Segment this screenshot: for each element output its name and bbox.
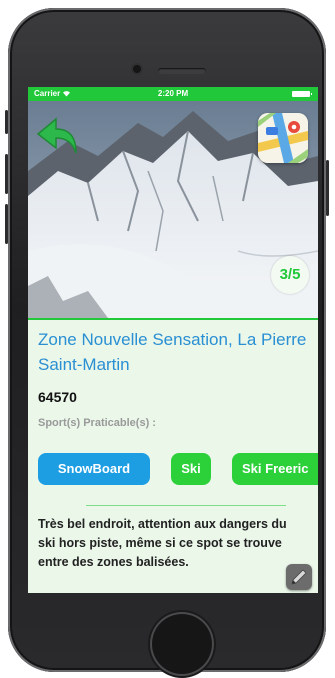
status-time: 2:20 PM [157, 89, 189, 98]
sports-list: SnowBoard Ski Ski Freeric [38, 453, 318, 485]
home-button[interactable] [150, 612, 214, 676]
maps-app-icon [258, 113, 308, 163]
maps-button[interactable] [258, 113, 308, 163]
sport-chip-ski-freeride[interactable]: Ski Freeric [232, 453, 318, 485]
postcode: 64570 [38, 389, 77, 405]
divider [86, 505, 286, 506]
front-camera [133, 65, 141, 73]
sports-label: Sport(s) Praticable(s) : [38, 417, 156, 429]
volume-up-button [5, 154, 8, 194]
back-arrow-icon [36, 117, 77, 154]
earpiece-speaker [158, 68, 206, 74]
spot-description: Très bel endroit, attention aux dangers … [38, 517, 287, 569]
spot-photo: 3/5 [28, 101, 318, 320]
pencil-icon [291, 569, 307, 585]
app-screen: Carrier 2:20 PM 3/5 Zone Nouvelle Sensat… [28, 87, 318, 593]
status-bar: Carrier 2:20 PM [28, 87, 318, 101]
back-button[interactable] [36, 115, 82, 155]
volume-down-button [5, 204, 8, 244]
photo-counter: 3/5 [271, 256, 309, 294]
power-button [326, 160, 329, 216]
battery-icon [292, 91, 312, 97]
spot-title: Zone Nouvelle Sensation, La Pierre Saint… [38, 330, 307, 374]
mute-switch [5, 110, 8, 134]
sport-chip-snowboard[interactable]: SnowBoard [38, 453, 150, 485]
edit-button[interactable] [286, 564, 312, 590]
sport-chip-ski[interactable]: Ski [171, 453, 211, 485]
